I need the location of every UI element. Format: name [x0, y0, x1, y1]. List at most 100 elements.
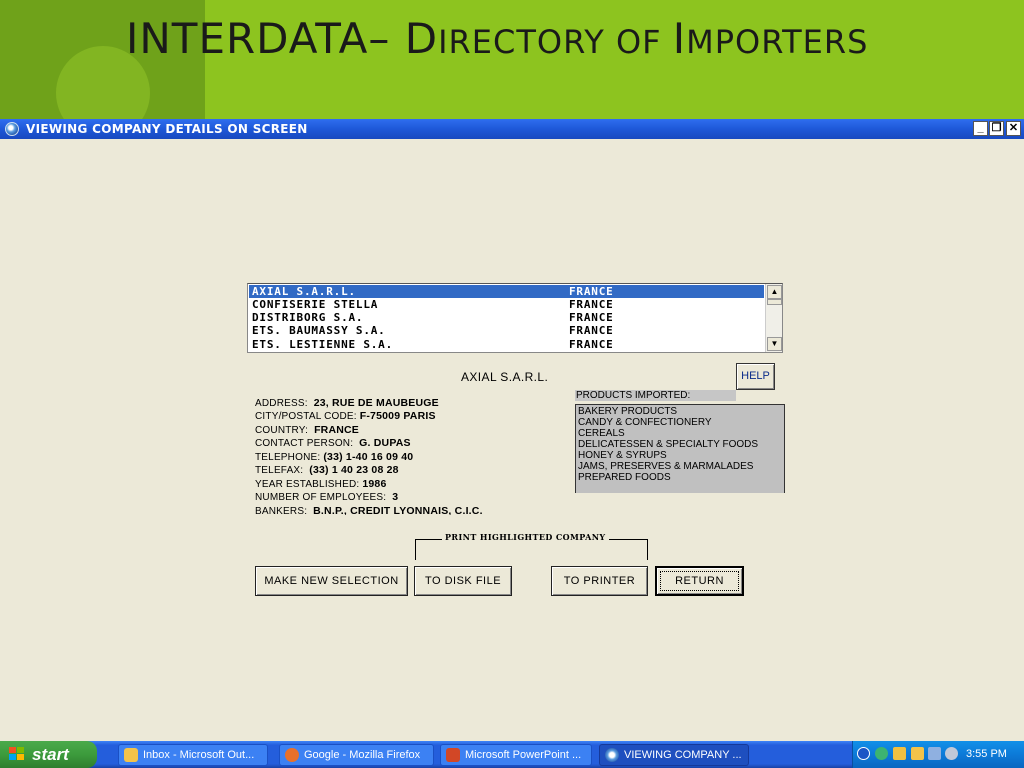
detail-label: NUMBER OF EMPLOYEES: — [255, 492, 387, 503]
product-item: CANDY & CONFECTIONERY — [578, 417, 712, 428]
detail-value: 23, RUE DE MAUBEUGE — [313, 397, 439, 409]
detail-label: BANKERS: — [255, 506, 308, 515]
tray-expand-icon[interactable] — [857, 747, 870, 760]
products-imported-label: PRODUCTS IMPORTED: — [575, 390, 736, 401]
taskbar-item-firefox[interactable]: Google - Mozilla Firefox — [279, 744, 434, 766]
outlook-icon — [124, 748, 138, 762]
taskbar-item-label: Inbox - Microsoft Out... — [143, 749, 255, 761]
company-name-cell: ETS. BAUMASSY S.A. — [252, 324, 386, 337]
detail-label: TELEPHONE: — [255, 452, 321, 463]
product-item: BAKERY PRODUCTS — [578, 406, 678, 417]
company-country-cell: FRANCE — [569, 285, 614, 298]
detail-employees: NUMBER OF EMPLOYEES: 3 — [255, 491, 398, 504]
slide-title: INTERDATA– DIRECTORY OF IMPORTERS — [126, 14, 868, 63]
detail-telefax: TELEFAX: (33) 1 40 23 08 28 — [255, 464, 399, 477]
detail-value: 3 — [392, 491, 399, 503]
product-item: HONEY & SYRUPS — [578, 450, 667, 461]
print-group-frame — [415, 539, 648, 560]
company-name-cell: ETS. LESTIENNE S.A. — [252, 338, 394, 351]
detail-label: YEAR ESTABLISHED: — [255, 479, 360, 490]
company-name-cell: AXIAL S.A.R.L. — [252, 285, 356, 298]
detail-value: G. DUPAS — [359, 437, 411, 449]
product-item: DELICATESSEN & SPECIALTY FOODS — [578, 439, 759, 450]
app-globe-icon — [5, 122, 19, 136]
windows-logo-icon — [9, 747, 26, 762]
start-label: start — [32, 745, 69, 764]
detail-telephone: TELEPHONE: (33) 1-40 16 09 40 — [255, 451, 413, 464]
return-button[interactable]: RETURN — [655, 566, 744, 596]
selected-company-name: AXIAL S.A.R.L. — [461, 370, 549, 384]
taskbar: start Inbox - Microsoft Out... Google - … — [0, 741, 1024, 768]
company-list-item[interactable]: ETS. BAUMASSY S.A. FRANCE — [249, 324, 764, 337]
taskbar-item-viewing-company[interactable]: VIEWING COMPANY ... — [599, 744, 749, 766]
company-list-item[interactable]: CONFISERIE STELLA FRANCE — [249, 298, 764, 311]
minimize-button[interactable]: _ — [973, 121, 988, 136]
scroll-up-arrow-icon[interactable]: ▲ — [767, 285, 782, 299]
detail-contact: CONTACT PERSON: G. DUPAS — [255, 437, 411, 450]
slide-title-part: INTERDATA — [126, 14, 369, 63]
detail-value: B.N.P., CREDIT LYONNAIS, C.I.C. — [313, 505, 483, 515]
product-item: CEREALS — [578, 428, 625, 439]
tray-alert-icon[interactable] — [893, 747, 906, 760]
powerpoint-icon — [446, 748, 460, 762]
detail-value: FRANCE — [314, 424, 360, 436]
products-imported-list[interactable]: BAKERY PRODUCTS CANDY & CONFECTIONERY CE… — [575, 404, 785, 493]
restore-button[interactable]: ❐ — [989, 121, 1004, 136]
app-globe-icon — [605, 748, 619, 762]
detail-label: CITY/POSTAL CODE: — [255, 411, 357, 422]
tray-users-icon[interactable] — [945, 747, 958, 760]
tray-network-icon[interactable] — [875, 747, 888, 760]
detail-label: ADDRESS: — [255, 398, 308, 409]
clock: 3:55 PM — [966, 748, 1007, 760]
detail-value: (33) 1-40 16 09 40 — [323, 451, 414, 463]
start-button[interactable]: start — [0, 741, 97, 768]
detail-label: TELEFAX: — [255, 465, 304, 476]
taskbar-item-outlook[interactable]: Inbox - Microsoft Out... — [118, 744, 268, 766]
company-list-item[interactable]: AXIAL S.A.R.L. FRANCE — [249, 285, 764, 298]
detail-value: (33) 1 40 23 08 28 — [309, 464, 399, 476]
company-country-cell: FRANCE — [569, 298, 614, 311]
help-button[interactable]: HELP — [736, 363, 775, 390]
slide-title-part: MPORTERS — [686, 23, 869, 61]
detail-bankers: BANKERS: B.N.P., CREDIT LYONNAIS, C.I.C. — [255, 505, 483, 515]
detail-year-established: YEAR ESTABLISHED: 1986 — [255, 478, 387, 491]
slide-banner: INTERDATA– DIRECTORY OF IMPORTERS — [0, 0, 1024, 119]
focus-ring — [660, 571, 739, 591]
taskbar-item-powerpoint[interactable]: Microsoft PowerPoint ... — [440, 744, 592, 766]
window-title-bar[interactable]: VIEWING COMPANY DETAILS ON SCREEN _ ❐ ✕ — [0, 119, 1024, 139]
company-name-cell: DISTRIBORG S.A. — [252, 311, 364, 324]
slide-title-part: IRECTORY OF — [438, 23, 673, 61]
detail-country: COUNTRY: FRANCE — [255, 424, 359, 437]
to-printer-button[interactable]: TO PRINTER — [551, 566, 648, 596]
make-new-selection-button[interactable]: MAKE NEW SELECTION — [255, 566, 408, 596]
company-name-cell: CONFISERIE STELLA — [252, 298, 379, 311]
scroll-down-arrow-icon[interactable]: ▼ — [767, 337, 782, 351]
detail-value: F-75009 PARIS — [359, 410, 436, 422]
window-title: VIEWING COMPANY DETAILS ON SCREEN — [26, 122, 308, 136]
list-scrollbar[interactable]: ▲ ▼ — [765, 284, 782, 352]
detail-label: CONTACT PERSON: — [255, 438, 354, 449]
tray-mail-icon[interactable] — [911, 747, 924, 760]
company-country-cell: FRANCE — [569, 324, 614, 337]
company-country-cell: FRANCE — [569, 338, 614, 351]
detail-value: 1986 — [362, 478, 387, 490]
tray-monitor-icon[interactable] — [928, 747, 941, 760]
slide-title-part: – D — [368, 14, 439, 63]
company-country-cell: FRANCE — [569, 311, 614, 324]
slide-title-part: I — [672, 14, 687, 63]
close-button[interactable]: ✕ — [1006, 121, 1021, 136]
product-item: PREPARED FOODS — [578, 472, 671, 483]
scroll-thumb[interactable] — [767, 299, 782, 305]
product-item: JAMS, PRESERVES & MARMALADES — [578, 461, 754, 472]
detail-label: COUNTRY: — [255, 425, 309, 436]
taskbar-item-label: Google - Mozilla Firefox — [304, 749, 421, 761]
company-list[interactable]: AXIAL S.A.R.L. FRANCE CONFISERIE STELLA … — [247, 283, 783, 353]
company-list-item[interactable]: DISTRIBORG S.A. FRANCE — [249, 311, 764, 324]
firefox-icon — [285, 748, 299, 762]
detail-city: CITY/POSTAL CODE: F-75009 PARIS — [255, 410, 436, 423]
to-disk-file-button[interactable]: TO DISK FILE — [414, 566, 512, 596]
taskbar-item-label: VIEWING COMPANY ... — [624, 749, 742, 761]
detail-address: ADDRESS: 23, RUE DE MAUBEUGE — [255, 397, 439, 410]
company-list-item[interactable]: ETS. LESTIENNE S.A. FRANCE — [249, 338, 764, 351]
print-group-label: PRINT HIGHLIGHTED COMPANY — [442, 532, 609, 542]
